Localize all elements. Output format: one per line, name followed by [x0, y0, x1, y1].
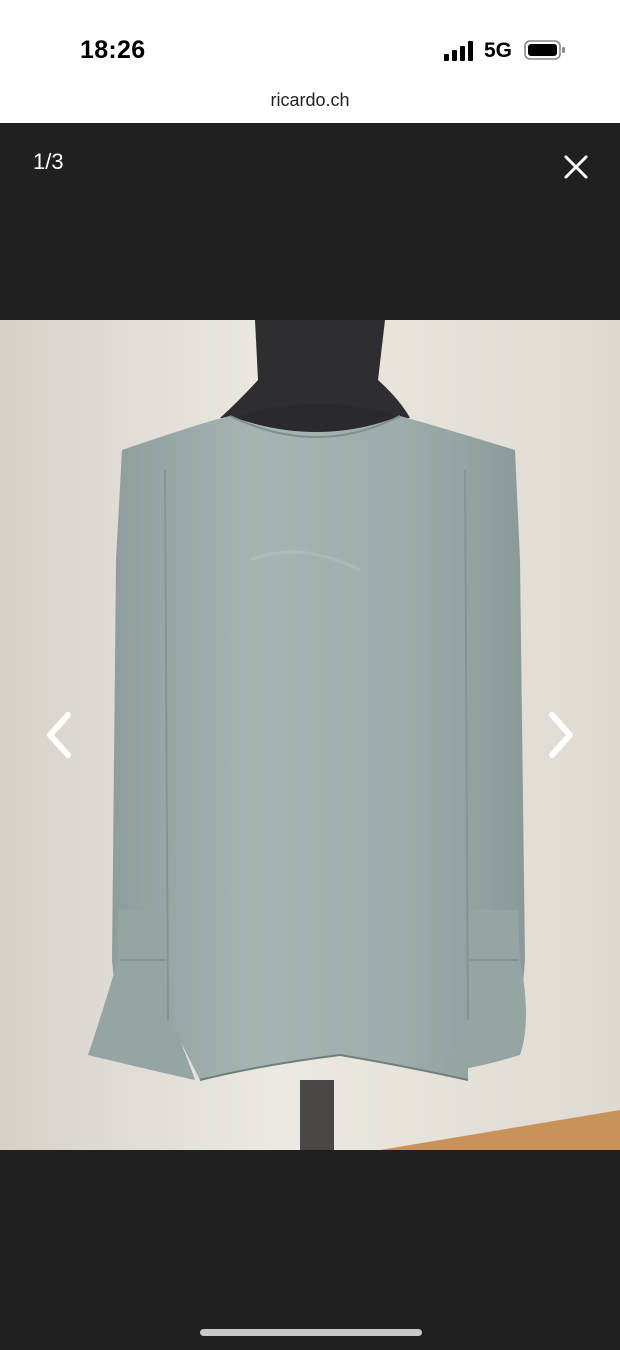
- network-type: 5G: [484, 39, 513, 62]
- image-counter: 1/3: [33, 149, 64, 174]
- close-icon[interactable]: [562, 153, 590, 181]
- battery-icon: [524, 40, 565, 60]
- url-text: ricardo.ch: [270, 90, 350, 110]
- chevron-left-icon[interactable]: [40, 707, 80, 763]
- image-viewer: 1/3: [0, 123, 620, 1350]
- status-time: 18:26: [80, 36, 146, 64]
- product-photo: [0, 320, 620, 1150]
- chevron-right-icon[interactable]: [540, 707, 580, 763]
- url-bar[interactable]: ricardo.ch: [0, 86, 620, 123]
- home-indicator[interactable]: [200, 1329, 422, 1336]
- status-bar: 18:26 5G: [0, 0, 620, 86]
- signal-bars-icon: [444, 41, 473, 61]
- blouse-illustration: [0, 320, 620, 1150]
